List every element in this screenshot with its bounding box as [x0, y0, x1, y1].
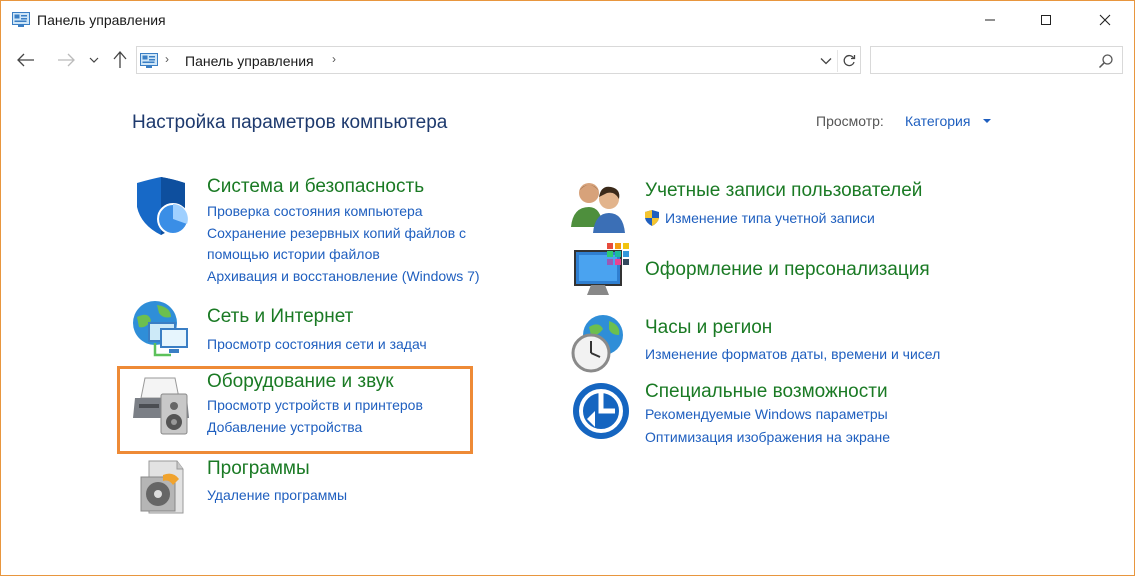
- link-view-network-status[interactable]: Просмотр состояния сети и задач: [207, 334, 427, 355]
- minimize-icon: [985, 19, 995, 21]
- view-by-label: Просмотр:: [816, 113, 884, 129]
- link-uninstall-program[interactable]: Удаление программы: [207, 485, 347, 506]
- close-button[interactable]: [1076, 1, 1134, 39]
- category-system-security[interactable]: Система и безопасность: [207, 176, 424, 198]
- link-change-account-type[interactable]: Изменение типа учетной записи: [665, 208, 875, 229]
- link-optimize-display[interactable]: Оптимизация изображения на экране: [645, 427, 890, 448]
- chevron-right-icon[interactable]: ›: [165, 52, 169, 66]
- control-panel-window: Панель управления › Панель управления › …: [0, 0, 1135, 576]
- arrow-right-icon: [58, 53, 75, 67]
- recent-locations-button[interactable]: [85, 47, 103, 73]
- caret-down-icon[interactable]: [983, 119, 991, 123]
- address-bar[interactable]: › Панель управления ›: [136, 46, 861, 74]
- category-ease-of-access[interactable]: Специальные возможности: [645, 381, 888, 403]
- category-programs[interactable]: Программы: [207, 458, 310, 480]
- chevron-down-icon: [89, 57, 99, 63]
- chevron-down-icon: [820, 58, 832, 65]
- address-dropdown-button[interactable]: [817, 52, 835, 70]
- up-button[interactable]: [107, 47, 133, 73]
- link-check-computer-status[interactable]: Проверка состояния компьютера: [207, 201, 423, 222]
- control-panel-icon: [12, 12, 30, 27]
- shield-icon[interactable]: [131, 177, 191, 237]
- link-backup-restore-windows7[interactable]: Архивация и восстановление (Windows 7): [207, 266, 480, 287]
- maximize-icon: [1041, 15, 1051, 25]
- minimize-button[interactable]: [961, 1, 1019, 39]
- link-recommended-settings[interactable]: Рекомендуемые Windows параметры: [645, 404, 888, 425]
- clock-globe-icon[interactable]: [569, 313, 629, 373]
- refresh-button[interactable]: [837, 50, 859, 72]
- breadcrumb-control-panel[interactable]: Панель управления: [185, 53, 314, 69]
- title-bar: Панель управления: [1, 1, 1134, 39]
- network-globe-icon[interactable]: [131, 299, 191, 359]
- link-file-history-backup-cont[interactable]: помощью истории файлов: [207, 244, 380, 265]
- arrow-left-icon: [17, 53, 34, 67]
- forward-button[interactable]: [53, 47, 79, 73]
- view-by-dropdown[interactable]: Категория: [905, 113, 970, 129]
- category-user-accounts[interactable]: Учетные записи пользователей: [645, 180, 922, 202]
- personalization-icon[interactable]: [571, 241, 631, 301]
- category-appearance-personalization[interactable]: Оформление и персонализация: [645, 259, 930, 281]
- category-clock-region[interactable]: Часы и регион: [645, 317, 772, 339]
- user-accounts-icon[interactable]: [569, 177, 629, 237]
- arrow-up-icon: [113, 51, 127, 68]
- back-button[interactable]: [13, 47, 39, 73]
- window-title: Панель управления: [37, 12, 166, 28]
- link-file-history-backup[interactable]: Сохранение резервных копий файлов с: [207, 223, 466, 244]
- search-input[interactable]: [870, 46, 1123, 74]
- programs-icon[interactable]: [133, 457, 193, 517]
- close-icon: [1099, 14, 1111, 26]
- category-network-internet[interactable]: Сеть и Интернет: [207, 306, 353, 328]
- maximize-button[interactable]: [1017, 1, 1075, 39]
- navigation-bar: › Панель управления ›: [1, 45, 1134, 75]
- refresh-icon: [843, 54, 855, 67]
- control-panel-icon: [140, 53, 158, 68]
- chevron-right-icon[interactable]: ›: [332, 52, 336, 66]
- page-title: Настройка параметров компьютера: [132, 112, 448, 133]
- highlight-box: [117, 366, 473, 454]
- uac-shield-icon: [645, 210, 659, 226]
- link-change-date-time-formats[interactable]: Изменение форматов даты, времени и чисел: [645, 344, 940, 365]
- ease-of-access-icon[interactable]: [571, 381, 631, 441]
- search-icon[interactable]: [1098, 53, 1114, 69]
